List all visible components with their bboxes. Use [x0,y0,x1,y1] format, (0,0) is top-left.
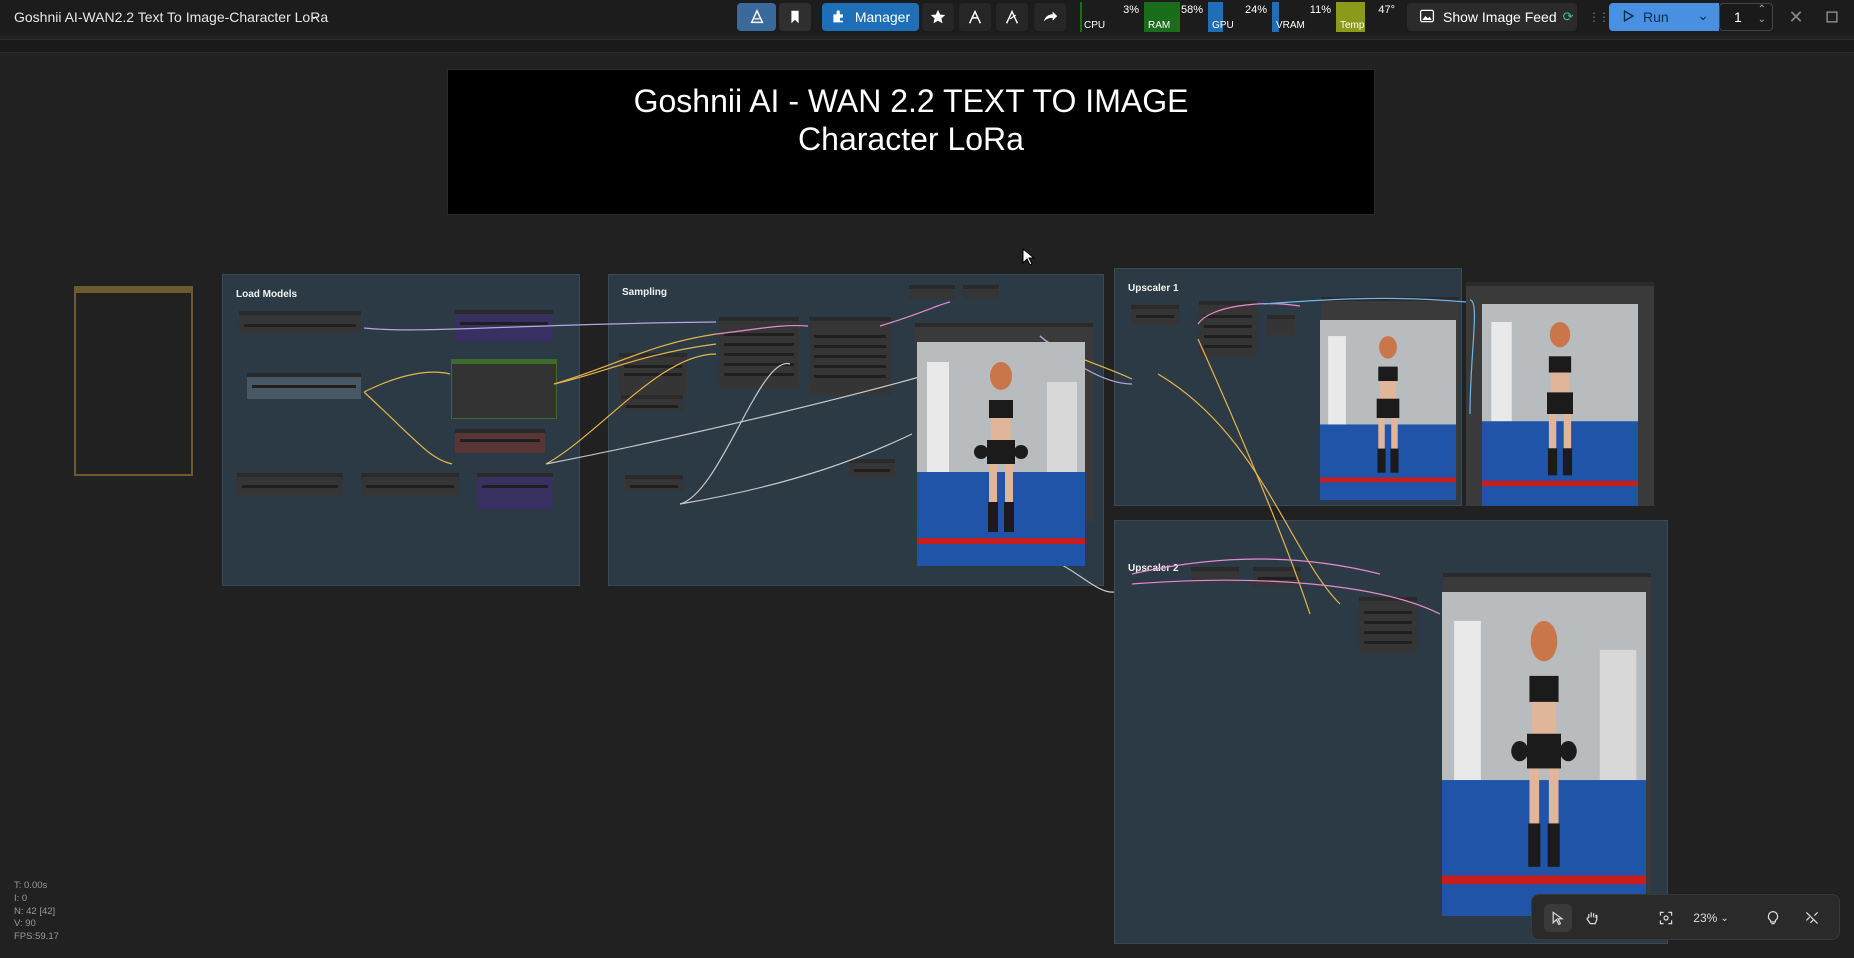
close-icon[interactable]: ✕ [1780,3,1812,31]
image-icon [1419,8,1435,27]
share-icon[interactable] [1034,3,1066,31]
workflow-title-label: Goshnii AI-WAN2.2 Text To Image-Characte… [14,9,329,25]
preview-illustration [1482,304,1638,506]
preview-image-save [1482,304,1638,506]
temp-value: 47° [1378,4,1395,16]
link-off-icon[interactable] [1798,904,1826,932]
window-icon[interactable] [1816,3,1848,31]
ram-monitor: RAM 58% [1144,2,1206,32]
ram-label: RAM [1148,20,1171,31]
cpu-label: CPU [1084,20,1106,31]
vram-value: 11% [1309,4,1331,16]
preview-illustration [1442,592,1646,916]
graph-canvas[interactable]: Goshnii AI - WAN 2.2 TEXT TO IMAGE Chara… [0,54,1854,958]
cpu-value: 3% [1123,4,1139,16]
play-icon [1621,9,1635,26]
pointer-icon[interactable] [1544,904,1572,932]
gpu-monitor: GPU 24% [1208,2,1270,32]
manager-button-label: Manager [854,9,911,25]
manager-button[interactable]: Manager [822,3,919,31]
chevron-down-icon[interactable]: ⌄ [309,8,319,22]
preview-image-sampling [917,342,1085,566]
stat-iterations: I: 0 [14,892,28,904]
refresh-icon[interactable]: ⟳ [1563,9,1574,25]
stat-nodes: N: 42 [42] [14,905,56,917]
preview-image-upscaler-2 [1442,592,1646,916]
mouse-cursor-icon [1022,247,1036,271]
batch-count-value: 1 [1734,9,1742,25]
batch-count-input[interactable]: 1 ⌃ ⌄ [1719,3,1773,31]
run-button-label: Run [1643,9,1669,25]
preview-image-upscaler-1 [1320,320,1456,500]
zoom-dropdown[interactable]: 23% ⌄ [1686,904,1736,932]
chevron-down-icon[interactable]: ⌄ [1697,7,1709,24]
tab-strip [0,39,1854,53]
temp-monitor: Temp 47° [1336,2,1398,32]
branch-alt-icon[interactable] [996,3,1028,31]
hand-icon[interactable] [1578,904,1606,932]
ram-value: 58% [1180,4,1203,16]
show-image-feed-button[interactable]: Show Image Feed ⟳ [1407,3,1577,31]
chevron-down-icon[interactable]: ⌄ [1758,14,1766,25]
gpu-label: GPU [1212,20,1234,31]
chevron-down-icon: ⌄ [1720,912,1729,924]
stat-vertices: V: 90 [14,918,36,930]
canvas-toolbar: 23% ⌄ [1531,894,1840,940]
preview-illustration [917,342,1085,566]
top-menu-bar: Goshnii AI-WAN2.2 Text To Image-Characte… [0,0,1854,35]
temp-label: Temp [1340,20,1365,31]
cpu-monitor: CPU 3% [1080,2,1142,32]
stat-fps: FPS:59.17 [14,931,59,943]
puzzle-icon [831,8,847,27]
run-button[interactable]: Run ⌄ [1609,3,1719,31]
stat-time: T: 0.00s [14,880,48,891]
bookmark-icon[interactable] [779,3,811,31]
drag-handle-icon[interactable]: ⋮⋮ [1588,10,1610,24]
workflow-title[interactable]: Goshnii AI-WAN2.2 Text To Image-Characte… [14,8,329,25]
preview-illustration [1320,320,1456,500]
render-stats: T: 0.00s I: 0 N: 42 [42] V: 90 FPS:59.17 [14,880,59,944]
vram-monitor: VRAM 11% [1272,2,1334,32]
fit-view-icon[interactable] [1652,904,1680,932]
star-icon[interactable] [922,3,954,31]
gpu-value: 24% [1244,4,1267,16]
branch-icon[interactable] [959,3,991,31]
vram-label: VRAM [1276,20,1305,31]
zoom-level: 23% [1693,911,1718,925]
lightbulb-icon[interactable] [1759,904,1787,932]
show-image-feed-label: Show Image Feed [1443,9,1557,25]
cpu-meter-fill [1080,2,1082,32]
comfy-logo-icon[interactable] [737,3,776,31]
